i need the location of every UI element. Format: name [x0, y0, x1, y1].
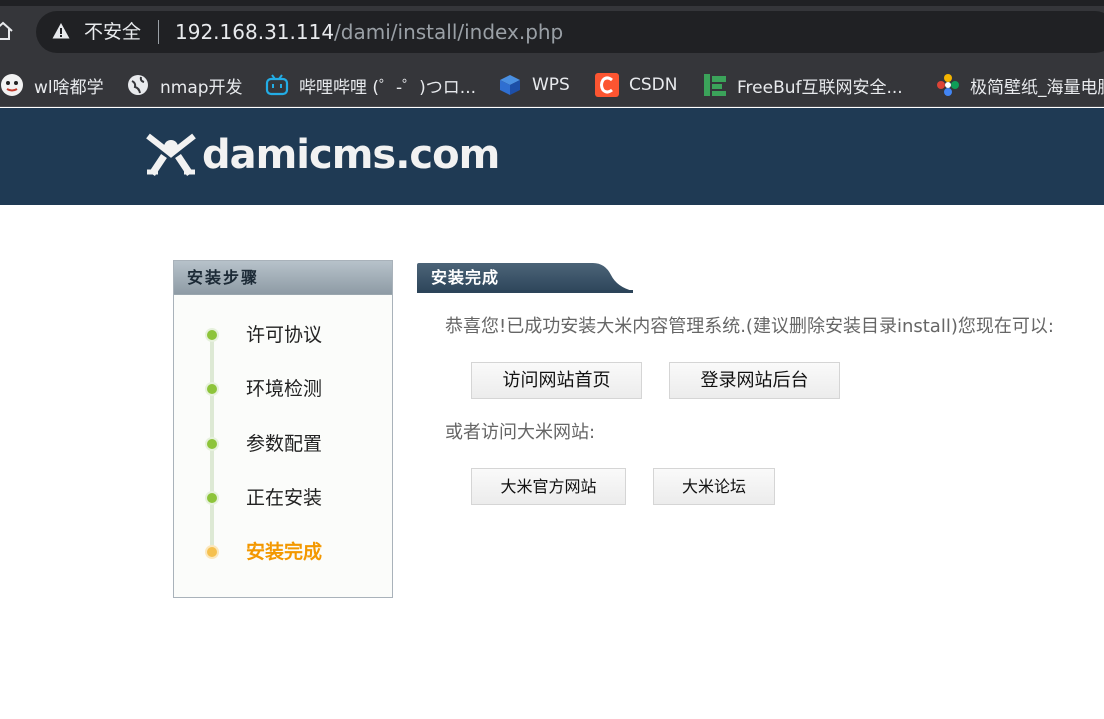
warning-icon[interactable] — [52, 22, 70, 40]
step-done-dot — [205, 328, 219, 342]
site-logo-text[interactable]: damicms.com — [202, 128, 500, 182]
step-label: 参数配置 — [246, 433, 323, 455]
security-label[interactable]: 不安全 — [84, 19, 141, 45]
home-icon[interactable] — [0, 20, 14, 42]
step-label: 环境检测 — [246, 378, 323, 400]
step-item-installing: 正在安装 — [174, 482, 392, 512]
step-current-dot — [205, 545, 219, 559]
install-steps-panel: 安装步骤 许可协议 环境检测 参数配置 正在安装 安装完成 — [173, 260, 393, 598]
avatar-icon — [1, 74, 23, 96]
bookmark-label: CSDN — [629, 75, 678, 95]
step-item-complete: 安装完成 — [174, 536, 392, 566]
bookmark-wl[interactable]: wl啥都学 — [0, 68, 104, 102]
step-item-env-check: 环境检测 — [174, 373, 392, 403]
bookmark-nmap[interactable]: nmap开发 — [126, 68, 243, 102]
bookmark-label: nmap开发 — [160, 77, 243, 98]
step-done-dot — [205, 437, 219, 451]
bookmark-wallpaper[interactable]: 极简壁纸_海量电脑 — [936, 68, 1104, 102]
steps-title: 安装步骤 — [174, 261, 392, 295]
section-title: 安装完成 — [431, 268, 500, 287]
bilibili-icon — [265, 74, 289, 96]
bookmark-label: FreeBuf互联网安全... — [737, 77, 903, 98]
or-visit-text: 或者访问大米网站: — [445, 422, 596, 443]
bookmark-wps[interactable]: WPS — [498, 68, 570, 102]
step-label: 正在安装 — [246, 487, 323, 509]
step-label-current: 安装完成 — [246, 541, 323, 563]
logo-icon — [146, 133, 196, 176]
step-item-params: 参数配置 — [174, 428, 392, 458]
wallpaper-icon — [937, 74, 959, 96]
address-divider — [158, 20, 159, 44]
csdn-icon — [595, 73, 619, 97]
bookmarks-bar: wl啥都学 nmap开发 哔哩哔哩 (゜-゜)つロ... WPS CSDN Fr… — [0, 62, 1104, 107]
wps-icon — [500, 75, 520, 95]
globe-icon — [128, 75, 148, 95]
visit-home-button[interactable]: 访问网站首页 — [471, 362, 642, 399]
step-label: 许可协议 — [246, 324, 323, 346]
step-done-dot — [205, 491, 219, 505]
url-host: 192.168.31.114 — [175, 20, 335, 44]
step-done-dot — [205, 382, 219, 396]
bookmark-freebuf[interactable]: FreeBuf互联网安全... — [703, 68, 903, 102]
bookmark-label: WPS — [532, 75, 570, 95]
login-admin-button[interactable]: 登录网站后台 — [669, 362, 840, 399]
step-item-license: 许可协议 — [174, 319, 392, 349]
tab-strip — [0, 0, 1104, 6]
bookmark-label: wl啥都学 — [34, 77, 104, 98]
bookmark-bilibili[interactable]: 哔哩哔哩 (゜-゜)つロ... — [265, 68, 476, 102]
bookmark-label: 哔哩哔哩 (゜-゜)つロ... — [299, 77, 477, 98]
freebuf-icon — [704, 74, 726, 96]
url-path: /dami/install/index.php — [334, 20, 564, 44]
url-text[interactable]: 192.168.31.114/dami/install/index.php — [175, 18, 563, 46]
forum-button[interactable]: 大米论坛 — [653, 468, 775, 505]
bookmark-csdn[interactable]: CSDN — [595, 68, 677, 102]
bookmark-label: 极简壁纸_海量电脑 — [970, 77, 1104, 98]
official-site-button[interactable]: 大米官方网站 — [471, 468, 626, 505]
success-message: 恭喜您!已成功安装大米内容管理系统.(建议删除安装目录install)您现在可以… — [445, 316, 1054, 337]
